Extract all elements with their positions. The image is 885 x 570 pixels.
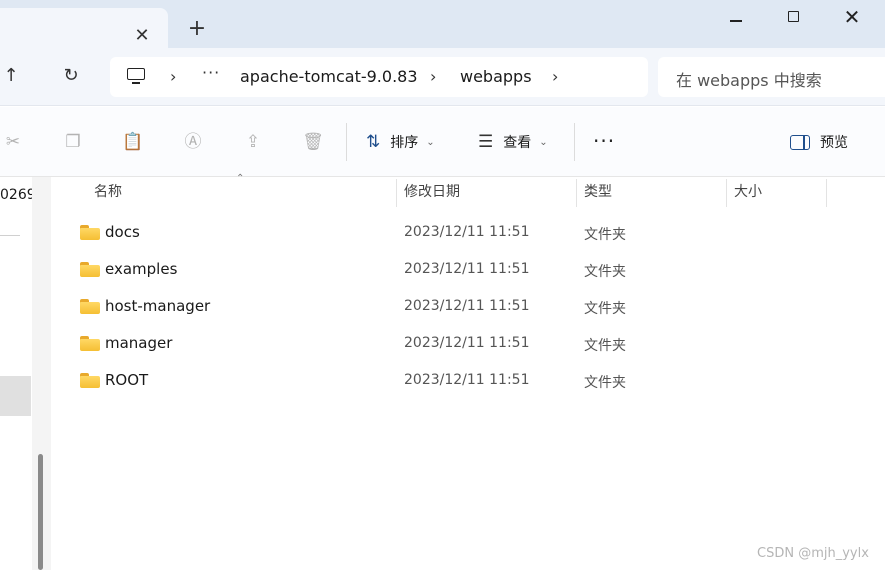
column-divider[interactable] [576,179,577,207]
sort-label: 排序 [390,135,419,151]
breadcrumb-webapps[interactable]: webapps [460,67,532,86]
column-divider[interactable] [726,179,727,207]
new-tab-icon[interactable]: + [186,18,208,40]
file-name: manager [105,334,173,352]
more-breadcrumbs-button[interactable]: ··· [202,63,220,82]
folder-icon [80,336,100,351]
address-bar[interactable]: › ··· apache-tomcat-9.0.83 › webapps › [110,57,648,97]
folder-icon [80,373,100,388]
file-list: ⌃ 名称 修改日期 类型 大小 docs 2023/12/11 11:51 文件… [52,173,885,570]
table-row[interactable]: examples 2023/12/11 11:51 文件夹 [52,250,885,287]
preview-button[interactable]: 预览 [790,129,848,155]
nav-item-partial[interactable]: 0269 [0,187,36,203]
column-header-date[interactable]: 修改日期 [404,177,460,208]
table-row[interactable]: ROOT 2023/12/11 11:51 文件夹 [52,361,885,398]
view-label: 查看 [503,135,532,151]
table-row[interactable]: manager 2023/12/11 11:51 文件夹 [52,324,885,361]
file-date: 2023/12/11 11:51 [404,261,530,277]
chevron-down-icon: ⌄ [539,136,548,148]
preview-label: 预览 [820,135,848,151]
file-type: 文件夹 [584,227,626,243]
folder-icon [80,225,100,240]
file-type: 文件夹 [584,264,626,280]
share-icon[interactable]: ⇪ [242,131,264,153]
file-name: docs [105,223,140,241]
folder-icon [80,262,100,277]
close-icon: ✕ [843,5,861,29]
column-divider[interactable] [396,179,397,207]
paste-icon[interactable]: 📋 [122,131,144,153]
nav-item-selected[interactable] [0,376,31,416]
sort-ascending-icon: ⌃ [236,173,245,184]
more-options-button[interactable]: ··· [593,129,615,153]
table-row[interactable]: host-manager 2023/12/11 11:51 文件夹 [52,287,885,324]
close-window-button[interactable]: ✕ [840,6,864,28]
file-type: 文件夹 [584,301,626,317]
file-date: 2023/12/11 11:51 [404,224,530,240]
active-tab[interactable]: ✕ [0,8,168,48]
column-header-name[interactable]: 名称 [94,177,122,208]
tab-close-icon[interactable]: ✕ [132,26,152,46]
preview-pane-icon [790,134,810,150]
search-box[interactable]: 在 webapps 中搜索 [658,57,885,97]
maximize-icon [787,11,799,22]
table-row[interactable]: docs 2023/12/11 11:51 文件夹 [52,213,885,250]
chevron-down-icon: ⌄ [426,136,435,148]
chevron-right-icon[interactable]: › [430,67,436,86]
breadcrumb-apache-tomcat[interactable]: apache-tomcat-9.0.83 [240,67,418,86]
file-date: 2023/12/11 11:51 [404,372,530,388]
sort-icon: ⇅ [366,132,381,152]
minimize-icon [730,20,742,22]
command-bar: ✂ ❐ 📋 Ⓐ ⇪ 🗑 ⇅ 排序 ⌄ ☰ 查看 ⌄ ··· 预览 [0,107,885,177]
column-divider[interactable] [826,179,827,207]
this-pc-icon[interactable] [126,68,146,84]
file-name: examples [105,260,178,278]
column-header-type[interactable]: 类型 [584,177,612,208]
folder-icon [80,299,100,314]
nav-scrollbar-thumb[interactable] [38,454,43,570]
address-row: ↑ ↻ › ··· apache-tomcat-9.0.83 › webapps… [0,48,885,106]
minimize-button[interactable] [724,6,748,28]
nav-divider [0,235,20,236]
rename-icon[interactable]: Ⓐ [182,131,204,153]
maximize-button[interactable] [781,6,805,28]
view-button[interactable]: ☰ 查看 ⌄ [478,129,548,155]
file-date: 2023/12/11 11:51 [404,335,530,351]
chevron-right-icon[interactable]: › [170,67,176,86]
view-icon: ☰ [478,132,494,152]
file-type: 文件夹 [584,375,626,391]
sort-button[interactable]: ⇅ 排序 ⌄ [366,129,435,155]
toolbar-divider [574,123,575,161]
cut-icon[interactable]: ✂ [2,131,24,153]
column-header-size[interactable]: 大小 [734,177,762,208]
search-input[interactable]: 在 webapps 中搜索 [676,67,822,91]
file-name: ROOT [105,371,149,389]
title-bar: ✕ + ✕ [0,0,885,48]
file-date: 2023/12/11 11:51 [404,298,530,314]
file-type: 文件夹 [584,338,626,354]
watermark: CSDN @mjh_yylx [757,546,869,561]
navigation-pane: 0269 [0,177,51,570]
delete-icon[interactable]: 🗑 [302,131,324,153]
refresh-icon[interactable]: ↻ [60,65,82,89]
toolbar-divider [346,123,347,161]
chevron-right-icon[interactable]: › [552,67,558,86]
file-name: host-manager [105,297,211,315]
up-arrow-icon[interactable]: ↑ [0,65,22,89]
copy-icon[interactable]: ❐ [62,131,84,153]
